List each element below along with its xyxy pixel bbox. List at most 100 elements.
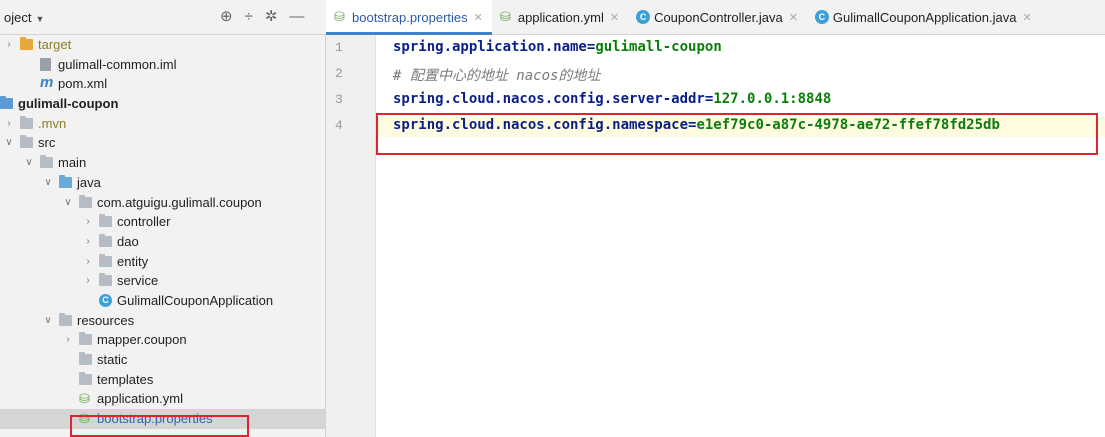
chevron-right-icon[interactable]: › xyxy=(83,271,93,291)
chevron-down-icon[interactable]: ∨ xyxy=(43,173,53,193)
maven-icon: m xyxy=(40,74,54,92)
project-toolbar: oject ▼ ⊕ ÷ ✲ — xyxy=(0,0,326,35)
chevron-down-icon[interactable]: ∨ xyxy=(43,311,53,331)
folder-icon xyxy=(99,253,112,267)
tree-item-label: main xyxy=(58,155,87,171)
tree-item-label: dao xyxy=(117,233,139,249)
tree-item-label: service xyxy=(117,273,159,289)
line-number: 3 xyxy=(335,92,343,107)
close-icon[interactable]: ✕ xyxy=(789,11,798,24)
tree-item[interactable]: › target xyxy=(0,35,326,55)
folder-icon xyxy=(79,352,92,365)
tree-item-label: static xyxy=(97,352,128,367)
tree-item-label: entity xyxy=(117,253,149,269)
property-value: 127.0.0.1:8848 xyxy=(713,91,832,107)
tree-item[interactable]: › controller xyxy=(0,212,326,232)
property-key: spring.cloud.nacos.config.server-addr xyxy=(393,91,705,107)
chevron-down-icon[interactable]: ∨ xyxy=(24,153,34,173)
project-panel: oject ▼ ⊕ ÷ ✲ — › target gulimall-common.im… xyxy=(0,0,326,437)
tree-item-label: gulimall-coupon xyxy=(18,96,119,112)
tree-item[interactable]: gulimall-coupon xyxy=(0,94,326,114)
tree-item-label: pom.xml xyxy=(58,76,108,92)
folder-icon xyxy=(79,332,92,346)
tree-item-label: resources xyxy=(77,312,135,328)
tab-label: GulimallCouponApplication.java xyxy=(832,9,1017,25)
editor-tab[interactable]: ⛁ application.yml ✕ xyxy=(492,0,628,35)
locate-icon[interactable]: ⊕ xyxy=(220,7,233,27)
tree-item[interactable]: ⛁ application.yml xyxy=(0,389,326,409)
tree-item-label: com.atguigu.gulimall.coupon xyxy=(97,194,262,210)
tree-item[interactable]: ∨ java xyxy=(0,173,326,193)
yml-icon: ⛁ xyxy=(499,9,511,24)
tree-item[interactable]: m pom.xml xyxy=(0,74,326,94)
tree-item[interactable]: ∨ src xyxy=(0,133,326,153)
chevron-right-icon[interactable]: › xyxy=(83,232,93,252)
tree-item[interactable]: › service xyxy=(0,271,326,291)
editor-tab-bar: ⛁ bootstrap.properties ✕ ⛁ application.yml ✕ C… xyxy=(326,0,1105,35)
folder-icon xyxy=(79,194,92,208)
tree-item[interactable]: gulimall-common.iml xyxy=(0,55,326,75)
project-view-label: oject xyxy=(4,10,32,25)
chevron-right-icon[interactable]: › xyxy=(63,330,73,350)
folder-icon xyxy=(99,214,112,228)
folder-icon xyxy=(79,371,92,385)
close-icon[interactable]: ✕ xyxy=(474,11,483,24)
folder-icon xyxy=(40,155,53,169)
code-line[interactable]: spring.application.name=gulimall-coupon xyxy=(393,39,722,55)
close-icon[interactable]: ✕ xyxy=(1022,11,1031,24)
tree-item[interactable]: ∨ resources xyxy=(0,311,326,331)
tree-item[interactable]: › mapper.coupon xyxy=(0,330,326,350)
tree-item[interactable]: templates xyxy=(0,370,326,390)
folder-icon xyxy=(20,37,33,50)
gear-icon[interactable]: ✲ xyxy=(265,7,278,27)
tree-item-label: application.yml xyxy=(97,391,183,407)
folder-icon xyxy=(99,233,112,247)
code-line[interactable]: # 配置中心的地址 nacos的地址 xyxy=(393,65,600,85)
chevron-down-icon: ▼ xyxy=(35,14,45,24)
properties-icon: ⛁ xyxy=(334,9,345,24)
line-number: 1 xyxy=(335,40,343,55)
tree-item[interactable]: static xyxy=(0,350,326,370)
tree-item-label: gulimall-common.iml xyxy=(58,56,177,72)
editor-tab[interactable]: C CouponController.java ✕ xyxy=(628,0,807,35)
tree-item[interactable]: ∨ main xyxy=(0,153,326,173)
tree-item[interactable]: › dao xyxy=(0,232,326,252)
highlight-box xyxy=(70,415,249,437)
chevron-down-icon[interactable]: ∨ xyxy=(4,133,14,153)
folder-icon xyxy=(0,96,13,110)
hide-panel-icon[interactable]: — xyxy=(289,7,304,27)
tab-label: bootstrap.properties xyxy=(352,9,468,25)
tree-item-label: mapper.coupon xyxy=(97,332,187,348)
tree-item[interactable]: C GulimallCouponApplication xyxy=(0,291,326,311)
tab-label: application.yml xyxy=(517,9,604,25)
editor-tab[interactable]: C GulimallCouponApplication.java ✕ xyxy=(807,0,1041,35)
code-line[interactable]: spring.cloud.nacos.config.server-addr=12… xyxy=(393,91,831,107)
tree-item-label: .mvn xyxy=(38,115,67,131)
tree-item-label: target xyxy=(38,37,72,52)
yml-file-icon: ⛁ xyxy=(79,391,90,407)
collapse-all-icon[interactable]: ÷ xyxy=(245,7,253,27)
line-number: 4 xyxy=(335,118,343,133)
code-editor[interactable]: spring.application.name=gulimall-coupon #… xyxy=(376,35,1105,437)
project-view-selector[interactable]: oject ▼ xyxy=(4,10,44,25)
chevron-right-icon[interactable]: › xyxy=(4,114,14,134)
chevron-right-icon[interactable]: › xyxy=(83,212,93,232)
tree-item[interactable]: ∨ com.atguigu.gulimall.coupon xyxy=(0,193,326,213)
folder-icon xyxy=(20,115,33,129)
tree-item-label: controller xyxy=(117,214,171,230)
tab-label: CouponController.java xyxy=(654,9,783,25)
tree-item-label: java xyxy=(77,174,101,190)
chevron-down-icon[interactable]: ∨ xyxy=(63,193,73,213)
spring-class-icon: C xyxy=(99,293,112,307)
project-tree: › target gulimall-common.iml m pom.xml gulima… xyxy=(0,35,326,429)
close-icon[interactable]: ✕ xyxy=(610,11,619,24)
iml-file-icon xyxy=(40,57,51,71)
folder-icon xyxy=(59,312,72,326)
tree-item-label: GulimallCouponApplication xyxy=(117,292,274,308)
editor-tab[interactable]: ⛁ bootstrap.properties ✕ xyxy=(326,0,492,35)
property-value: gulimall-coupon xyxy=(595,39,722,55)
chevron-right-icon[interactable]: › xyxy=(4,35,14,55)
tree-item[interactable]: › entity xyxy=(0,252,326,272)
chevron-right-icon[interactable]: › xyxy=(83,252,93,272)
tree-item[interactable]: › .mvn xyxy=(0,114,326,134)
